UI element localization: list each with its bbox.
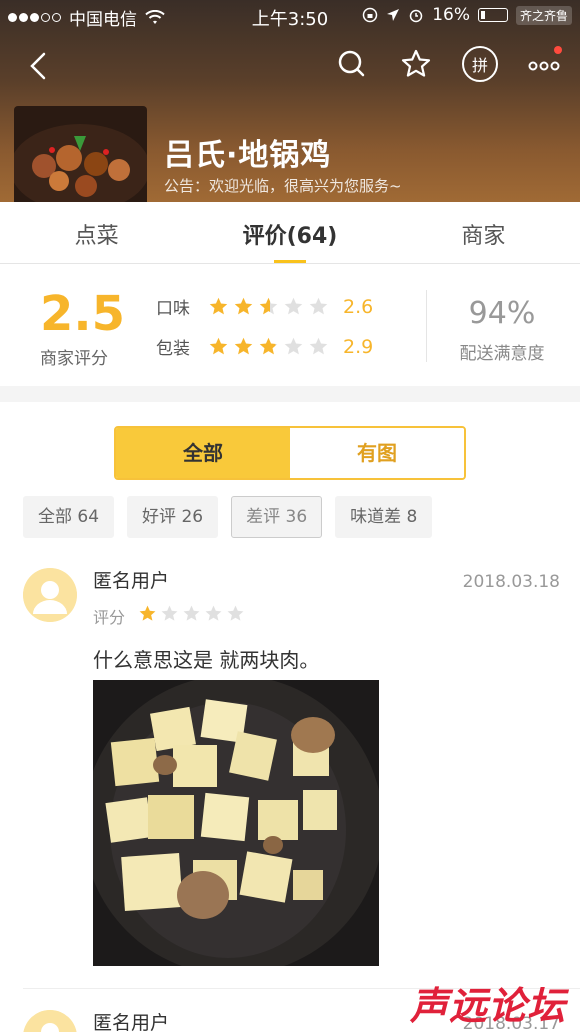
taste-stars [208,296,329,317]
battery-icon [477,8,508,22]
location-icon [387,9,400,21]
star-icon [309,297,328,315]
star-icon [205,605,222,621]
merchant-score-label: 商家评分 [40,349,108,369]
star-icon [183,605,200,621]
delivery-satisfaction-value: 94% [468,296,536,331]
package-rating-row: 包装 2.9 [156,334,374,360]
star-icon [284,337,303,355]
shop-logo-image [14,106,147,202]
status-bar: 中国电信 上午3:50 16% 齐之齐鲁 [0,0,580,32]
shop-notice: 公告：欢迎光临，很高兴为您服务~ [164,177,402,195]
battery-percent: 16% [432,5,470,25]
shop-header: 中国电信 上午3:50 16% 齐之齐鲁 拼 吕氏·地锅鸡 公告：欢迎光临，很高… [0,0,580,202]
star-outline-icon [401,49,431,77]
group-order-label: 拼 [471,56,488,75]
tab-menu-label: 点菜 [74,224,119,249]
tab-merchant-label: 商家 [461,224,506,249]
star-icon [161,605,178,621]
star-icon [234,297,253,315]
tab-reviews[interactable]: 评价(64) [193,202,386,263]
star-icon [209,337,228,355]
tab-merchant[interactable]: 商家 [387,202,580,263]
notification-dot [554,46,562,54]
group-order-button[interactable]: 拼 [462,46,498,82]
active-tab-indicator [273,260,306,263]
tab-bar: 点菜 评价(64) 商家 [0,202,580,264]
search-icon [338,50,365,77]
taste-value: 2.6 [343,295,374,318]
avatar [23,1010,77,1032]
review-text: 什么意思这是 就两块肉。 [93,648,320,672]
review-rate-label: 评分 [93,608,126,627]
filter-all-button[interactable]: 全部 [116,428,290,478]
star-icon [227,605,244,621]
star-icon [259,297,278,315]
star-icon [284,297,303,315]
review-stars [138,604,245,623]
review-item: 匿名用户 2018.03.18 评分 什么意思这是 就两块肉。 [0,564,580,994]
forum-watermark: 声远论坛 [409,984,566,1028]
review-tag-chips: 全部 64 好评 26 差评 36 味道差 8 [23,496,433,538]
avatar [23,568,77,622]
more-button[interactable] [526,46,562,82]
delivery-satisfaction-label: 配送满意度 [459,344,545,364]
shop-name: 吕氏·地锅鸡 [164,138,332,173]
alarm-icon [409,9,423,23]
package-label: 包装 [156,339,190,359]
review-date: 2018.03.18 [462,572,560,592]
review-section: 全部 有图 全部 64 好评 26 差评 36 味道差 8 匿名用户 2018.… [0,402,580,1032]
chip-negative[interactable]: 差评 36 [231,496,323,538]
filter-with-pic-button[interactable]: 有图 [290,428,464,478]
chip-bad-taste[interactable]: 味道差 8 [335,496,433,538]
back-button[interactable] [22,48,58,84]
rating-summary: 2.5 商家评分 口味 2.6 包装 2.9 94% 配送满意度 [0,264,580,386]
star-icon [259,337,278,355]
review-username: 匿名用户 [93,570,170,592]
status-watermark-tag: 齐之齐鲁 [515,5,572,25]
user-icon [23,1010,77,1032]
star-icon [234,337,253,355]
star-icon [309,337,328,355]
tab-reviews-label: 评价(64) [242,224,338,249]
favorite-button[interactable] [398,46,434,82]
package-stars [208,336,329,357]
summary-divider [426,290,427,362]
chip-all[interactable]: 全部 64 [23,496,115,538]
chip-positive[interactable]: 好评 26 [127,496,219,538]
merchant-score: 2.5 [40,286,126,342]
taste-rating-row: 口味 2.6 [156,294,374,320]
review-username: 匿名用户 [93,1012,170,1032]
star-icon [209,297,228,315]
search-button[interactable] [334,46,370,82]
review-filter-toggle: 全部 有图 [114,426,466,480]
star-icon [139,605,156,621]
package-value: 2.9 [343,335,374,358]
chevron-left-icon [30,52,46,80]
lock-rotation-icon [362,7,378,23]
tab-menu[interactable]: 点菜 [0,202,193,263]
review-photo[interactable] [83,675,383,975]
user-icon [23,568,77,622]
taste-label: 口味 [156,299,190,319]
